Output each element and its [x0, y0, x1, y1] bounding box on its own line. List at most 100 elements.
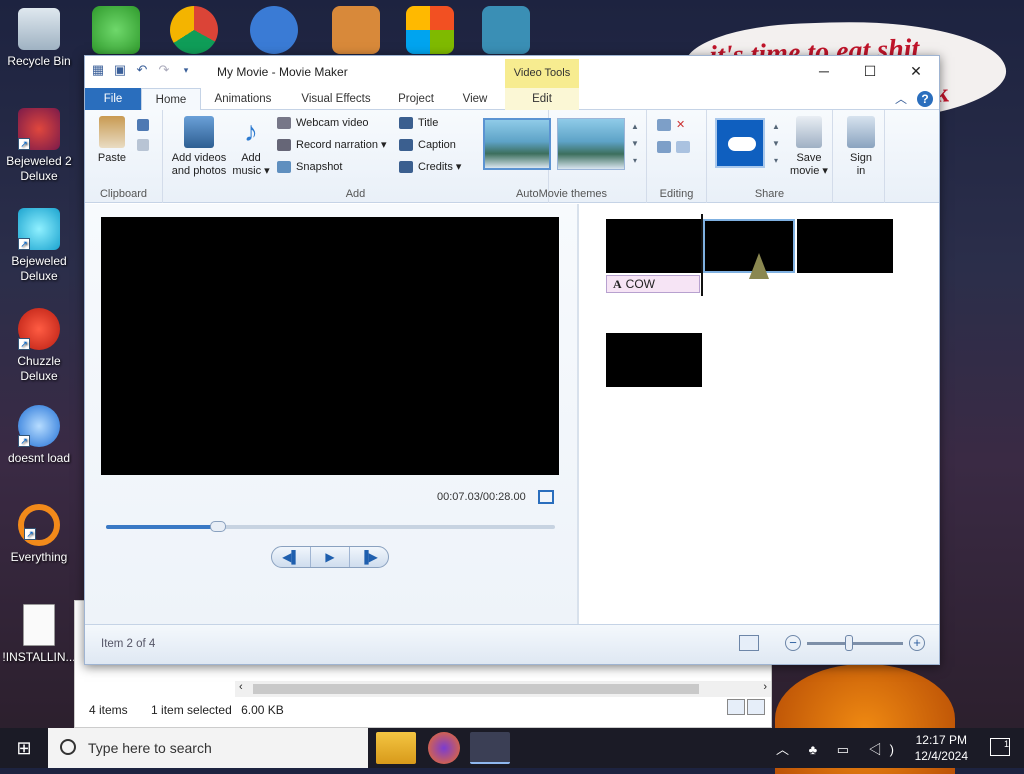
details-view-icon[interactable]	[727, 699, 745, 715]
save-movie-button[interactable]: Save movie ▾	[787, 116, 831, 178]
seek-thumb[interactable]	[210, 521, 227, 532]
explorer-status-bar: 4 items 1 item selected 6.00 KB	[89, 703, 304, 717]
storyboard-clip[interactable]	[797, 219, 893, 273]
zoom-in-icon[interactable]: +	[909, 635, 925, 651]
playhead-indicator[interactable]	[701, 214, 703, 296]
play-button[interactable]: ▶	[311, 547, 350, 567]
share-scroll[interactable]: ▲ ▼ ▾	[771, 118, 781, 170]
windows-shield-icon[interactable]	[406, 6, 454, 54]
movie-maker-status-bar: Item 2 of 4 − +	[85, 624, 939, 664]
window-title: My Movie - Movie Maker	[217, 65, 348, 79]
video-preview[interactable]	[101, 217, 559, 475]
p-app-icon[interactable]	[250, 6, 298, 54]
desktop-icon-bejeweled2[interactable]: ↗ Bejeweled 2 Deluxe	[2, 108, 76, 184]
add-music-label: Add	[241, 152, 261, 164]
undo-icon[interactable]: ↶	[135, 63, 149, 77]
cut-button[interactable]	[137, 116, 154, 134]
tab-edit[interactable]: Edit	[505, 88, 579, 110]
game-character-icon[interactable]	[482, 6, 530, 54]
theme-contemporary-thumbnail[interactable]	[557, 118, 625, 170]
desktop-icon-everything[interactable]: ↗ Everything	[2, 504, 76, 565]
zoom-slider-thumb[interactable]	[845, 634, 853, 651]
tab-project[interactable]: Project	[391, 88, 441, 110]
everything-search-icon: ↗	[18, 504, 60, 546]
shortcut-arrow-icon: ↗	[24, 528, 36, 540]
clock-date: 12/4/2024	[914, 749, 968, 763]
sign-in-button[interactable]: Sign in	[843, 116, 879, 178]
playback-controls: ◀▌ ▶ ▐▶	[271, 546, 389, 568]
webcam-icon	[277, 117, 291, 130]
add-music-button[interactable]: ♪ Add music ▾	[231, 116, 271, 178]
desktop-icon-chuzzle[interactable]: ↗ Chuzzle Deluxe	[2, 308, 76, 384]
save-movie-label-2: movie ▾	[790, 165, 828, 177]
credits-label: Credits ▾	[418, 161, 462, 173]
credits-button[interactable]: Credits ▾	[399, 158, 461, 176]
clipboard-group: Paste Clipboard	[85, 110, 163, 203]
select-all-icon[interactable]	[676, 141, 690, 154]
horizontal-scrollbar[interactable]: ‹ ›	[235, 681, 771, 697]
taskbar-clock[interactable]: 12:17 PM 12/4/2024	[915, 732, 968, 764]
customize-toolbar-icon[interactable]: ▾	[179, 63, 193, 77]
zoom-slider[interactable]	[807, 634, 903, 651]
fullscreen-preview-icon[interactable]	[538, 490, 554, 504]
caption-bar[interactable]: A COW	[606, 275, 700, 293]
start-button[interactable]: ⊞	[0, 728, 48, 768]
taskbar-search-box[interactable]: Type here to search	[48, 728, 368, 768]
copy-button[interactable]	[137, 136, 154, 154]
file-explorer-taskbar-icon[interactable]	[376, 732, 416, 764]
save-icon[interactable]: ▣	[113, 63, 127, 77]
desktop-icon-thunderbird[interactable]: ↗ doesnt load	[2, 405, 76, 466]
firefox-taskbar-icon[interactable]	[428, 732, 460, 764]
scroll-right-icon[interactable]: ›	[763, 681, 767, 693]
desktop-icon-label: Bejeweled Deluxe	[11, 254, 67, 283]
system-tray-icons[interactable]: ︿ ♣ ▭ ◁)	[776, 739, 902, 758]
maximize-button[interactable]: ☐	[847, 56, 893, 86]
movie-maker-app-icon: ▦	[91, 62, 105, 77]
onedrive-icon[interactable]	[715, 118, 765, 168]
minimize-ribbon-icon[interactable]: ︿	[895, 92, 907, 106]
webcam-video-button[interactable]: Webcam video	[277, 114, 369, 132]
bejeweled2-icon: ↗	[18, 108, 60, 150]
previous-frame-button[interactable]: ◀▌	[272, 547, 311, 567]
notification-center-icon[interactable]: 1	[990, 738, 1010, 756]
desktop-icon-install-file[interactable]: !INSTALLIN...	[2, 604, 76, 665]
editing-group: ✕ Editing	[647, 110, 707, 203]
title-bar: ▦ ▣ ↶ ↷ ▾ My Movie - Movie Maker Video T…	[85, 56, 939, 88]
tab-view[interactable]: View	[455, 88, 495, 110]
rotate-right-button[interactable]	[657, 138, 695, 156]
large-icons-view-icon[interactable]	[747, 699, 765, 715]
paste-button[interactable]: Paste	[93, 116, 131, 165]
desktop-icon-recycle-bin[interactable]: Recycle Bin	[2, 8, 76, 69]
tab-animations[interactable]: Animations	[207, 88, 279, 110]
tab-file[interactable]: File	[85, 88, 141, 110]
help-icon[interactable]: ?	[917, 91, 933, 107]
folder-app-icon[interactable]	[332, 6, 380, 54]
seek-bar[interactable]	[106, 521, 555, 532]
next-frame-button[interactable]: ▐▶	[350, 547, 388, 567]
theme-default-thumbnail[interactable]	[483, 118, 551, 170]
close-button[interactable]: ✕	[893, 56, 939, 86]
caption-button[interactable]: Caption	[399, 136, 456, 154]
thumbnail-size-icon[interactable]	[739, 635, 759, 651]
tab-home[interactable]: Home	[141, 88, 201, 110]
contacts-app-icon[interactable]	[92, 6, 140, 54]
title-button[interactable]: Title	[399, 114, 438, 132]
minimize-button[interactable]: ─	[801, 56, 847, 86]
record-narration-button[interactable]: Record narration ▾	[277, 136, 387, 154]
tab-visual-effects[interactable]: Visual Effects	[293, 88, 379, 110]
desktop-icon-bejeweled[interactable]: ↗ Bejeweled Deluxe	[2, 208, 76, 284]
paste-icon	[99, 116, 125, 148]
scroll-left-icon[interactable]: ‹	[239, 681, 243, 693]
zoom-out-icon[interactable]: −	[785, 635, 801, 651]
themes-scroll[interactable]: ▲ ▼ ▾	[629, 118, 641, 170]
snapshot-button[interactable]: Snapshot	[277, 158, 342, 176]
scrollbar-thumb[interactable]	[253, 684, 699, 694]
storyboard-clip[interactable]	[606, 333, 702, 387]
add-videos-photos-button[interactable]: Add videos and photos	[169, 116, 229, 178]
storyboard-clip[interactable]	[606, 219, 701, 273]
movie-maker-taskbar-icon[interactable]	[470, 732, 510, 764]
redo-icon[interactable]: ↷	[157, 63, 171, 77]
taskbar: ⊞ Type here to search ︿ ♣ ▭ ◁) 12:17 PM …	[0, 728, 1024, 768]
rotate-left-button[interactable]: ✕	[657, 116, 685, 134]
chrome-icon[interactable]	[170, 6, 218, 54]
